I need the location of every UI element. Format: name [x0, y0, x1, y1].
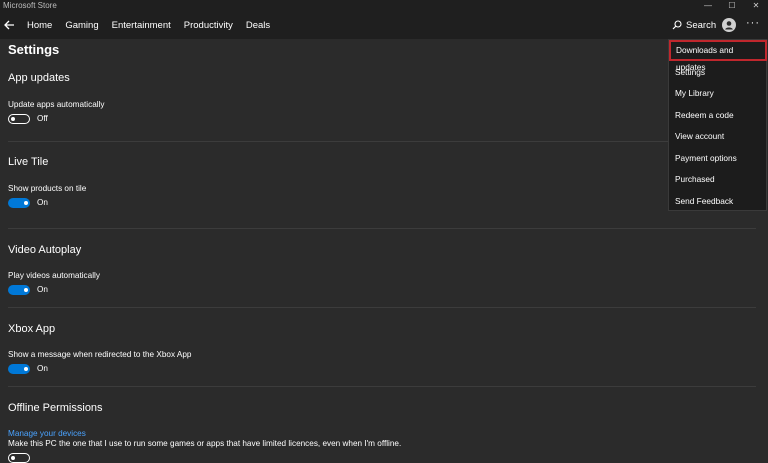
- menu-item-redeem-code[interactable]: Redeem a code: [669, 105, 767, 126]
- divider: [8, 307, 756, 308]
- more-options-menu: Downloads and updates Settings My Librar…: [668, 39, 767, 211]
- window-title: Microsoft Store: [3, 1, 57, 10]
- close-button[interactable]: ✕: [744, 0, 768, 11]
- play-videos-toggle[interactable]: [8, 285, 30, 295]
- avatar[interactable]: [722, 18, 736, 32]
- divider: [8, 386, 756, 387]
- nav-entertainment[interactable]: Entertainment: [112, 20, 171, 31]
- top-navbar: Home Gaming Entertainment Productivity D…: [0, 11, 768, 39]
- menu-item-downloads-and-updates[interactable]: Downloads and updates: [669, 40, 767, 72]
- menu-item-purchased[interactable]: Purchased: [669, 169, 767, 190]
- more-options-button[interactable]: ···: [746, 17, 760, 29]
- show-products-label: Show products on tile: [8, 184, 87, 193]
- section-app-updates-heading: App updates: [8, 72, 70, 84]
- menu-item-view-account[interactable]: View account: [669, 126, 767, 147]
- manage-devices-link[interactable]: Manage your devices: [8, 429, 86, 438]
- update-apps-toggle[interactable]: [8, 114, 30, 124]
- section-video-autoplay-heading: Video Autoplay: [8, 244, 82, 256]
- search-label: Search: [686, 19, 717, 31]
- xbox-message-toggle[interactable]: [8, 364, 30, 374]
- menu-item-send-feedback[interactable]: Send Feedback: [669, 191, 767, 212]
- nav-links: Home Gaming Entertainment Productivity D…: [27, 11, 270, 39]
- section-live-tile-heading: Live Tile: [8, 156, 49, 168]
- divider: [8, 228, 756, 229]
- xbox-message-label: Show a message when redirected to the Xb…: [8, 350, 192, 359]
- back-button[interactable]: [2, 15, 18, 35]
- section-xbox-app-heading: Xbox App: [8, 323, 56, 335]
- play-videos-label: Play videos automatically: [8, 271, 100, 280]
- menu-item-my-library[interactable]: My Library: [669, 83, 767, 104]
- show-products-state: On: [37, 198, 48, 207]
- nav-productivity[interactable]: Productivity: [184, 20, 233, 31]
- nav-home[interactable]: Home: [27, 20, 52, 31]
- user-icon: [725, 21, 733, 30]
- back-arrow-icon: [4, 20, 14, 30]
- menu-item-settings[interactable]: Settings: [669, 62, 767, 83]
- divider: [8, 141, 756, 142]
- window-titlebar: Microsoft Store — ☐ ✕: [0, 0, 768, 11]
- menu-item-payment-options[interactable]: Payment options: [669, 148, 767, 169]
- section-offline-permissions-heading: Offline Permissions: [8, 402, 103, 414]
- update-apps-state: Off: [37, 114, 48, 123]
- window-controls: — ☐ ✕: [696, 0, 768, 11]
- minimize-button[interactable]: —: [696, 0, 720, 11]
- search-button[interactable]: Search: [672, 17, 716, 33]
- maximize-button[interactable]: ☐: [720, 0, 744, 11]
- play-videos-state: On: [37, 285, 48, 294]
- page-title: Settings: [8, 42, 60, 57]
- show-products-toggle[interactable]: [8, 198, 30, 208]
- update-apps-label: Update apps automatically: [8, 100, 105, 109]
- nav-deals[interactable]: Deals: [246, 20, 270, 31]
- offline-description: Make this PC the one that I use to run s…: [8, 439, 402, 448]
- nav-gaming[interactable]: Gaming: [65, 20, 98, 31]
- xbox-message-state: On: [37, 364, 48, 373]
- settings-page: Settings App updates Update apps automat…: [0, 39, 768, 463]
- offline-toggle[interactable]: [8, 453, 30, 463]
- search-icon: [672, 20, 682, 30]
